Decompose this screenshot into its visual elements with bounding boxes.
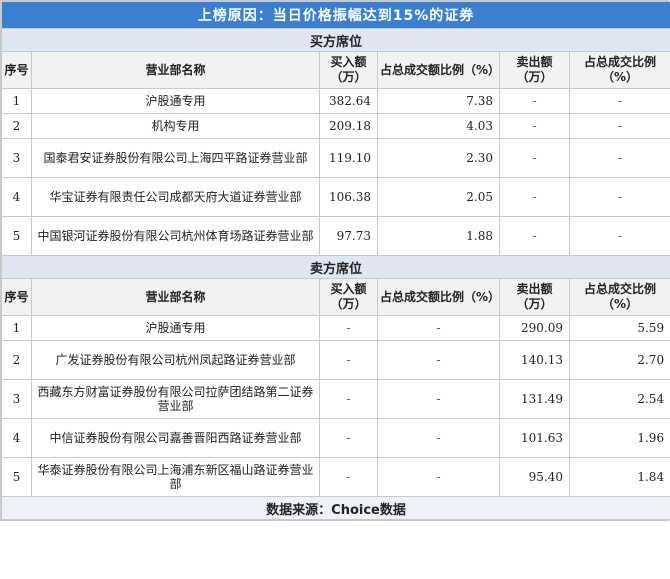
buy-section-label: 买方席位 <box>0 28 670 52</box>
sell-amount: 101.63 <box>499 418 570 458</box>
sell-amount: - <box>499 177 570 217</box>
buy-amount: - <box>319 340 378 380</box>
sell-ratio: - <box>568 138 670 178</box>
header-buy: 买入额（万） <box>319 278 378 316</box>
row-index: 2 <box>1 340 32 380</box>
footer-row: 数据来源：Choice数据 <box>0 496 670 520</box>
sell-header-row: 序号 营业部名称 买入额（万） 占总成交额比例（%） 卖出额（万） 占总成交比例… <box>1 278 670 316</box>
buy-ratio: 2.30 <box>377 138 500 178</box>
buy-ratio: - <box>377 315 500 341</box>
branch-name: 中信证券股份有限公司嘉善晋阳西路证券营业部 <box>31 418 320 458</box>
dragon-tiger-table-container: 上榜原因：当日价格振幅达到15%的证券 买方席位 序号 营业部名称 买入额（万）… <box>0 0 670 521</box>
header-buy: 买入额（万） <box>319 51 378 89</box>
header-sell: 卖出额（万） <box>499 51 570 89</box>
buy-ratio: 4.03 <box>377 113 500 139</box>
title-row: 上榜原因：当日价格振幅达到15%的证券 <box>0 1 670 29</box>
sell-ratio: 5.59 <box>568 315 670 341</box>
sell-ratio: - <box>568 113 670 139</box>
header-buy-pct: 占总成交额比例（%） <box>377 51 500 89</box>
header-name: 营业部名称 <box>31 278 320 316</box>
table-row: 3 西藏东方财富证券股份有限公司拉萨团结路第二证券营业部 - -131.49 2.54 <box>1 379 670 419</box>
branch-name: 沪股通专用 <box>31 315 320 341</box>
row-index: 4 <box>1 177 32 217</box>
buy-amount: 97.73 <box>319 216 378 256</box>
buy-ratio: 7.38 <box>377 88 500 114</box>
buy-amount: 106.38 <box>319 177 378 217</box>
header-name: 营业部名称 <box>31 51 320 89</box>
sell-section-label: 卖方席位 <box>0 255 670 279</box>
sell-amount: - <box>499 138 570 178</box>
sell-ratio: - <box>568 177 670 217</box>
buy-ratio: 1.88 <box>377 216 500 256</box>
trading-seats-table: 上榜原因：当日价格振幅达到15%的证券 买方席位 序号 营业部名称 买入额（万）… <box>0 1 670 520</box>
sell-ratio: 2.70 <box>568 340 670 380</box>
sell-amount: - <box>499 88 570 114</box>
sell-amount: - <box>499 216 570 256</box>
sell-ratio: 1.84 <box>568 457 670 497</box>
sell-section-row: 卖方席位 <box>0 255 670 279</box>
buy-ratio: 2.05 <box>377 177 500 217</box>
row-index: 1 <box>1 88 32 114</box>
row-index: 3 <box>1 138 32 178</box>
data-source: 数据来源：Choice数据 <box>0 496 670 520</box>
row-index: 4 <box>1 418 32 458</box>
buy-ratio: - <box>377 457 500 497</box>
header-sell-pct: 占总成交比例（%） <box>568 278 670 316</box>
header-sell-pct: 占总成交比例（%） <box>568 51 670 89</box>
table-row: 4 中信证券股份有限公司嘉善晋阳西路证券营业部 - -101.63 1.96 <box>1 418 670 458</box>
sell-rows: 1 沪股通专用 - -290.09 5.59 2 广发证券股份有限公司杭州凤起路证券营业部 -… <box>1 315 670 497</box>
table-row: 1 沪股通专用 - -290.09 5.59 <box>1 315 670 341</box>
table-row: 2 机构专用 209.18 4.03- - <box>1 113 670 139</box>
buy-amount: 382.64 <box>319 88 378 114</box>
branch-name: 沪股通专用 <box>31 88 320 114</box>
buy-ratio: - <box>377 340 500 380</box>
header-idx: 序号 <box>1 278 32 316</box>
branch-name: 中国银河证券股份有限公司杭州体育场路证券营业部 <box>31 216 320 256</box>
buy-rows: 1 沪股通专用 382.64 7.38- -2 机构专用 209.18 4.03- -3 国泰君安… <box>1 88 670 256</box>
header-buy-pct: 占总成交额比例（%） <box>377 278 500 316</box>
branch-name: 国泰君安证券股份有限公司上海四平路证券营业部 <box>31 138 320 178</box>
buy-amount: - <box>319 315 378 341</box>
table-row: 5 中国银河证券股份有限公司杭州体育场路证券营业部 97.73 1.88- - <box>1 216 670 256</box>
sell-ratio: 1.96 <box>568 418 670 458</box>
sell-ratio: - <box>568 88 670 114</box>
row-index: 2 <box>1 113 32 139</box>
buy-ratio: - <box>377 418 500 458</box>
buy-header-row: 序号 营业部名称 买入额（万） 占总成交额比例（%） 卖出额（万） 占总成交比例… <box>1 51 670 89</box>
buy-amount: 119.10 <box>319 138 378 178</box>
branch-name: 机构专用 <box>31 113 320 139</box>
branch-name: 广发证券股份有限公司杭州凤起路证券营业部 <box>31 340 320 380</box>
sell-amount: 131.49 <box>499 379 570 419</box>
table-row: 2 广发证券股份有限公司杭州凤起路证券营业部 - -140.13 2.70 <box>1 340 670 380</box>
table-row: 5 华泰证券股份有限公司上海浦东新区福山路证券营业部 - -95.40 1.84 <box>1 457 670 497</box>
sell-amount: 140.13 <box>499 340 570 380</box>
table-row: 1 沪股通专用 382.64 7.38- - <box>1 88 670 114</box>
table-row: 4 华宝证券有限责任公司成都天府大道证券营业部 106.38 2.05- - <box>1 177 670 217</box>
branch-name: 西藏东方财富证券股份有限公司拉萨团结路第二证券营业部 <box>31 379 320 419</box>
row-index: 3 <box>1 379 32 419</box>
sell-ratio: - <box>568 216 670 256</box>
header-sell: 卖出额（万） <box>499 278 570 316</box>
row-index: 5 <box>1 457 32 497</box>
sell-amount: 290.09 <box>499 315 570 341</box>
buy-section-row: 买方席位 <box>0 28 670 52</box>
table-title: 上榜原因：当日价格振幅达到15%的证券 <box>0 1 670 29</box>
branch-name: 华泰证券股份有限公司上海浦东新区福山路证券营业部 <box>31 457 320 497</box>
row-index: 5 <box>1 216 32 256</box>
row-index: 1 <box>1 315 32 341</box>
sell-amount: - <box>499 113 570 139</box>
buy-amount: - <box>319 457 378 497</box>
sell-amount: 95.40 <box>499 457 570 497</box>
table-row: 3 国泰君安证券股份有限公司上海四平路证券营业部 119.10 2.30- - <box>1 138 670 178</box>
buy-amount: - <box>319 379 378 419</box>
sell-ratio: 2.54 <box>568 379 670 419</box>
branch-name: 华宝证券有限责任公司成都天府大道证券营业部 <box>31 177 320 217</box>
header-idx: 序号 <box>1 51 32 89</box>
buy-ratio: - <box>377 379 500 419</box>
buy-amount: 209.18 <box>319 113 378 139</box>
buy-amount: - <box>319 418 378 458</box>
